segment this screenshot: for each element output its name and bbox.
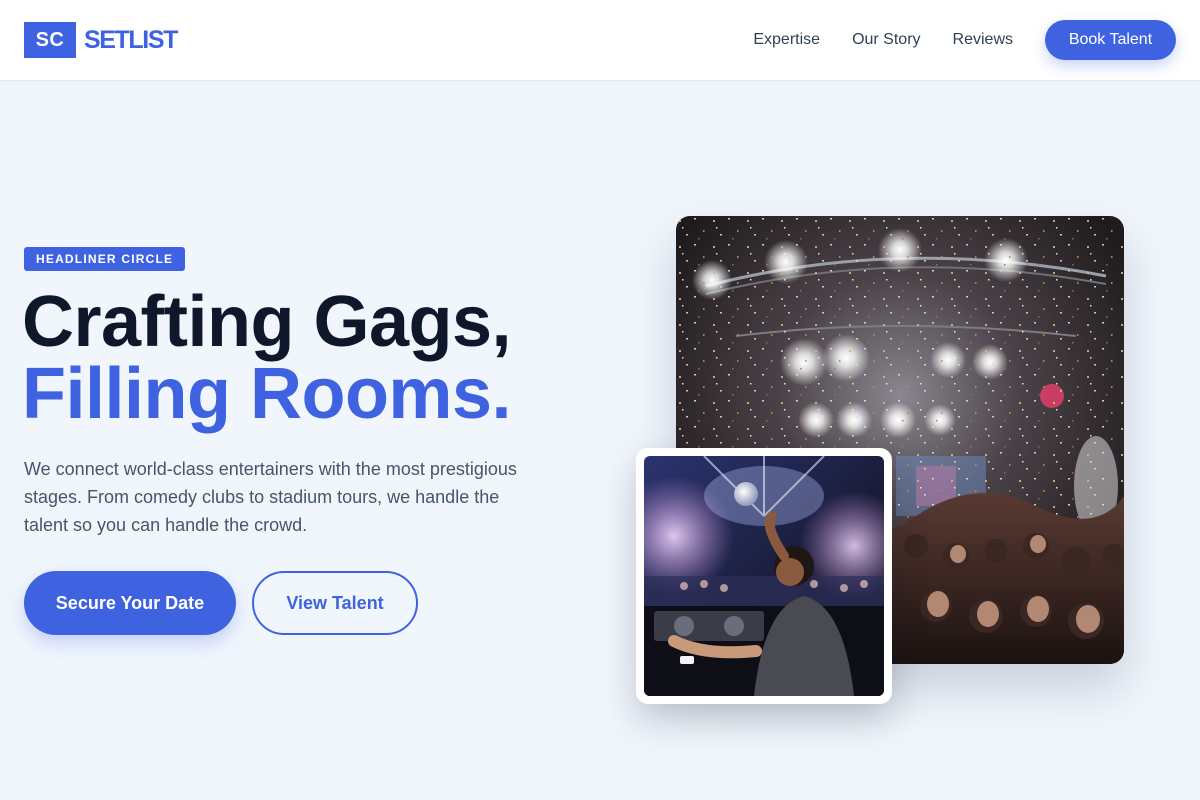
- hero-badge: HEADLINER CIRCLE: [24, 247, 186, 271]
- view-talent-button[interactable]: View Talent: [252, 571, 418, 635]
- hero-headline: Crafting Gags, Filling Rooms.: [22, 282, 512, 434]
- hero-description: We connect world-class entertainers with…: [24, 459, 517, 535]
- logo-text: SETLIST: [84, 25, 178, 54]
- dj-nightclub-image: [644, 456, 884, 696]
- dj-image-frame: [636, 448, 892, 704]
- nav-link-expertise[interactable]: Expertise: [753, 31, 820, 49]
- secure-date-button[interactable]: Secure Your Date: [24, 571, 236, 635]
- nav-link-reviews[interactable]: Reviews: [953, 31, 1013, 49]
- headline-line-2: Filling Rooms.: [22, 354, 511, 434]
- book-talent-button[interactable]: Book Talent: [1045, 20, 1176, 60]
- nav-link-our-story[interactable]: Our Story: [852, 31, 920, 49]
- main-nav: Expertise Our Story Reviews Book Talent: [753, 20, 1176, 60]
- headline-line-1: Crafting Gags,: [22, 282, 512, 362]
- logo-mark: SC: [24, 22, 76, 58]
- logo[interactable]: SC SETLIST: [24, 22, 178, 58]
- site-header: SC SETLIST Expertise Our Story Reviews B…: [0, 0, 1200, 81]
